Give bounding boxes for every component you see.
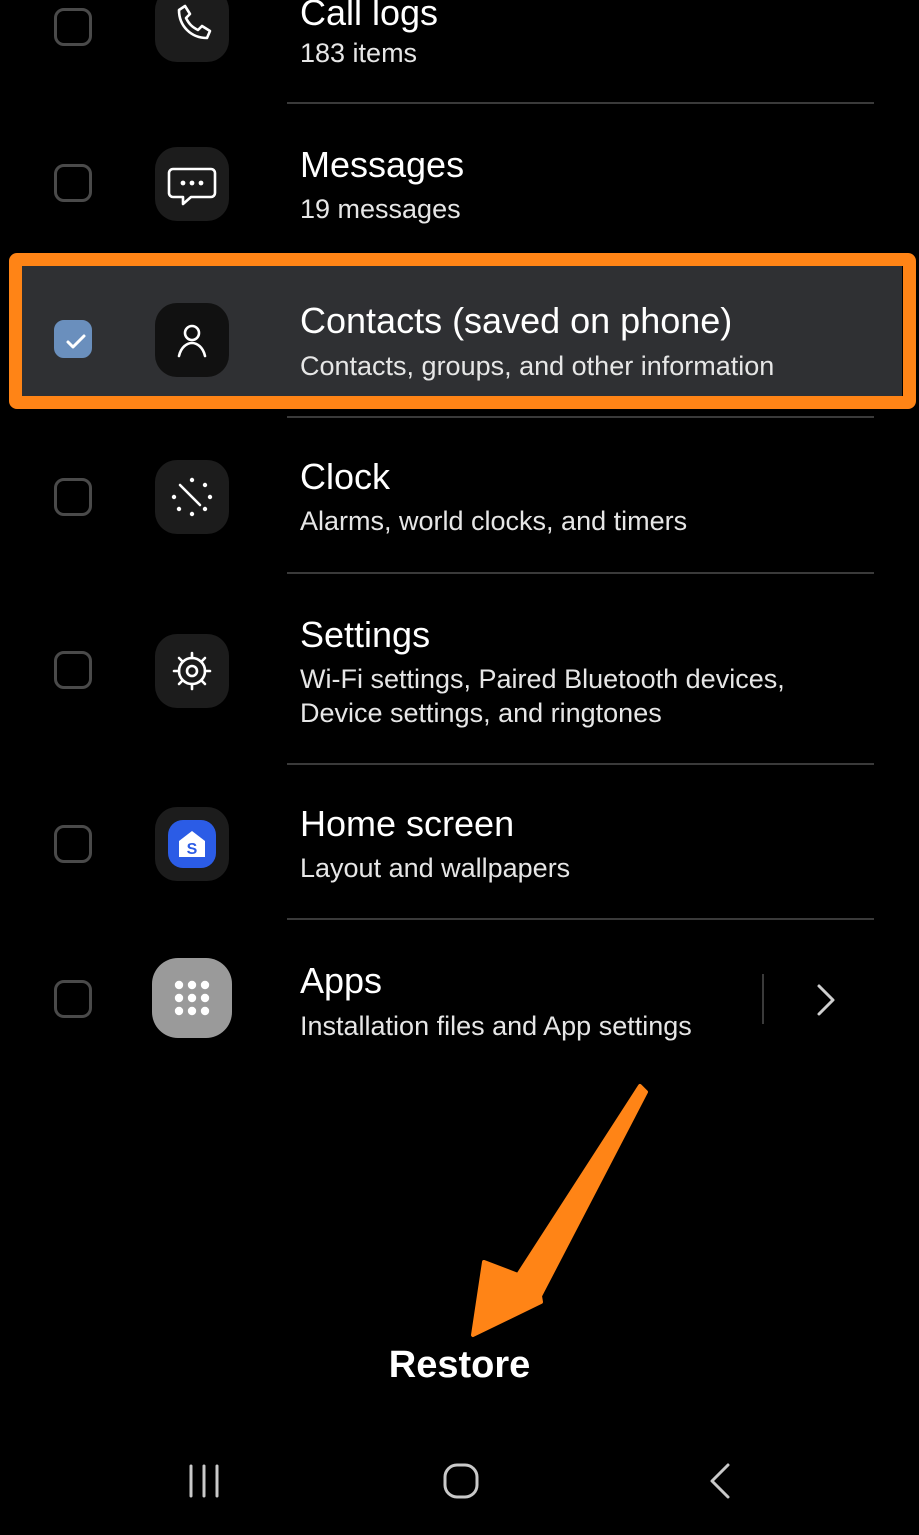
item-subtitle: 183 items [300,38,418,68]
item-subtitle: Installation files and App settings [300,1011,692,1041]
apps-grid-icon [152,958,232,1038]
item-subtitle: Layout and wallpapers [300,853,571,883]
list-item-messages[interactable]: Messages 19 messages [0,104,919,254]
item-title: Home screen [300,803,515,844]
item-title: Apps [300,960,383,1001]
item-subtitle-line-2: Device settings, and ringtones [300,698,662,728]
list-item-home-screen[interactable]: S Home screen Layout and wallpapers [0,765,919,919]
item-title: Call logs [300,0,439,33]
restore-button[interactable]: Restore [0,1344,919,1387]
messages-checkbox[interactable] [54,164,92,202]
gear-icon [155,634,229,708]
item-title: Clock [300,456,391,497]
home-screen-checkbox[interactable] [54,825,92,863]
clock-icon [155,460,229,534]
clock-checkbox[interactable] [54,478,92,516]
home-s-icon: S [155,807,229,881]
item-title: Settings [300,614,431,655]
settings-checkbox[interactable] [54,651,92,689]
list-item-settings[interactable]: Settings Wi-Fi settings, Paired Bluetoot… [0,574,919,764]
chat-bubble-icon [155,147,229,221]
svg-text:S: S [187,841,198,858]
vertical-separator [762,974,764,1024]
list-item-apps[interactable]: Apps Installation files and App settings [0,920,919,1076]
list-item-clock[interactable]: Clock Alarms, world clocks, and timers [0,418,919,574]
recents-icon[interactable] [164,1446,244,1516]
item-subtitle: 19 messages [300,194,461,224]
item-subtitle-line-1: Wi-Fi settings, Paired Bluetooth devices… [300,664,785,694]
call-logs-checkbox[interactable] [54,8,92,46]
apps-checkbox[interactable] [54,980,92,1018]
back-icon[interactable] [680,1446,760,1516]
item-title: Messages [300,144,465,185]
home-icon[interactable] [421,1446,501,1516]
list-item-call-logs[interactable]: Call logs 183 items [0,0,919,104]
item-subtitle: Alarms, world clocks, and timers [300,506,688,536]
chevron-right-icon[interactable] [806,978,846,1022]
phone-icon [155,0,229,62]
highlight-frame [9,253,916,409]
